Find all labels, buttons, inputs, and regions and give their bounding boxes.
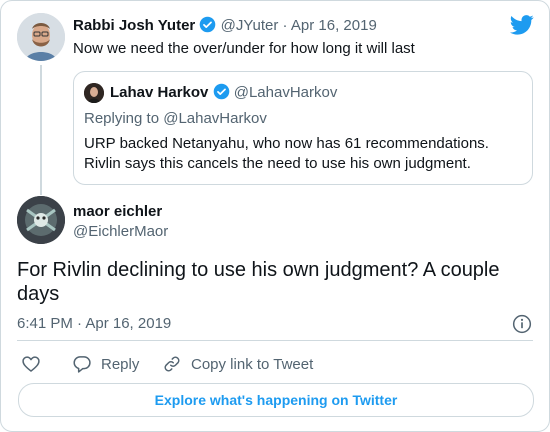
- author-name[interactable]: Rabbi Josh Yuter: [73, 17, 195, 34]
- quoted-tweet[interactable]: Lahav Harkov @LahavHarkov Replying to @L…: [73, 71, 533, 185]
- avatar-image: [17, 13, 65, 61]
- author-handle[interactable]: @JYuter: [221, 17, 279, 34]
- tweet-header: Rabbi Josh Yuter @JYuter · Apr 16, 2019: [73, 16, 377, 36]
- reply-icon: [73, 356, 91, 373]
- quoted-author-handle: @LahavHarkov: [233, 84, 338, 101]
- quoted-text-line-2: Rivlin says this cancels the need to use…: [84, 155, 471, 172]
- quoted-text-line-1: URP backed Netanyahu, who now has 61 rec…: [84, 135, 489, 152]
- twitter-bird-icon[interactable]: [510, 15, 534, 35]
- thread-connector-line: [40, 65, 42, 195]
- avatar-rabbi-josh-yuter[interactable]: [17, 13, 65, 61]
- copy-link-label: Copy link to Tweet: [191, 355, 314, 373]
- tweet-date[interactable]: Apr 16, 2019: [291, 17, 377, 34]
- avatar-maor-eichler[interactable]: [17, 196, 65, 244]
- copy-link-icon: [164, 356, 180, 372]
- reply-text-line-1: For Rivlin declining to use his own judg…: [17, 259, 500, 281]
- explore-twitter-button[interactable]: Explore what's happening on Twitter: [18, 383, 534, 417]
- avatar-lahav-harkov: [84, 83, 104, 103]
- quoted-header: Lahav Harkov @LahavHarkov: [110, 83, 337, 103]
- reply-timestamp[interactable]: 6:41 PM · Apr 16, 2019: [17, 314, 171, 334]
- avatar-image: [17, 196, 65, 244]
- like-button[interactable]: [21, 353, 41, 375]
- replying-to: Replying to @LahavHarkov: [84, 110, 267, 127]
- verified-badge-icon: [200, 16, 216, 33]
- reply-author-name[interactable]: maor eichler: [73, 202, 162, 222]
- tweet-embed-card: Rabbi Josh Yuter @JYuter · Apr 16, 2019 …: [0, 0, 550, 432]
- avatar-image: [84, 83, 104, 103]
- reply-button[interactable]: Reply: [72, 353, 139, 375]
- reply-text-line-2: days: [17, 283, 60, 305]
- info-icon[interactable]: [512, 314, 532, 334]
- separator-dot: ·: [282, 17, 288, 34]
- quoted-author-name: Lahav Harkov: [110, 84, 209, 101]
- divider: [17, 340, 533, 341]
- reply-author-handle[interactable]: @EichlerMaor: [73, 222, 168, 242]
- tweet-text: Now we need the over/under for how long …: [73, 40, 415, 57]
- reply-label: Reply: [101, 355, 140, 373]
- verified-badge-icon: [213, 83, 229, 100]
- copy-link-button[interactable]: Copy link to Tweet: [162, 353, 313, 375]
- heart-icon: [22, 356, 40, 372]
